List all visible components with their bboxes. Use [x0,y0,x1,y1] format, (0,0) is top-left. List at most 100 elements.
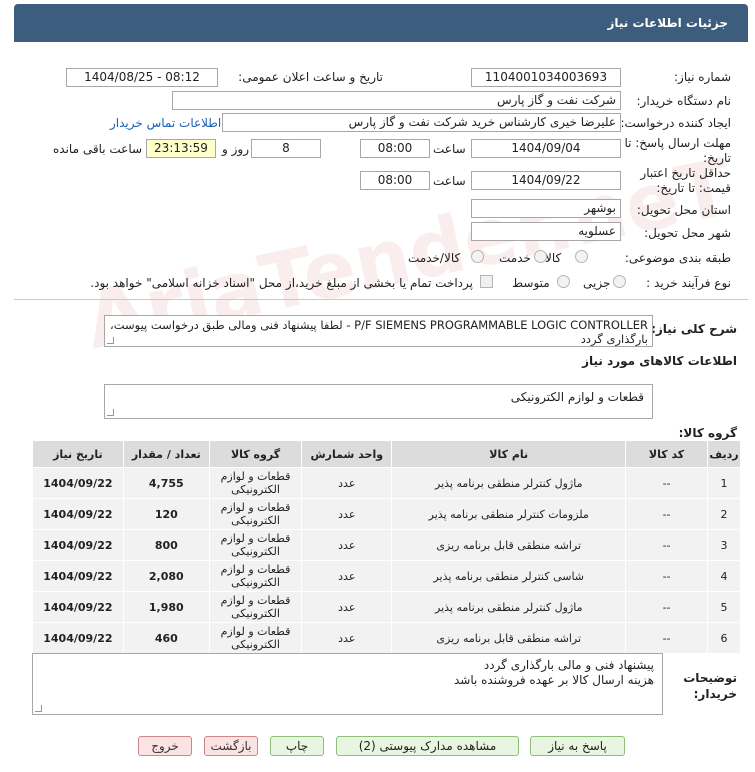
table-row: 5 -- ماژول کنترلر منطقی برنامه پذیر عدد … [33,592,740,622]
category-both-radio[interactable] [471,250,484,263]
creator-label: ایجاد کننده درخواست: [620,116,731,130]
cell-quantity: 460 [123,623,209,653]
cell-date: 1404/09/22 [33,499,123,529]
contact-info-link[interactable]: اطلاعات تماس خریدار [110,116,221,130]
description-line-1: P/F SIEMENS PROGRAMMABLE LOGIC CONTROLLE… [109,318,648,332]
buyer-org-field: شرکت نفت و گاز پارس [172,91,621,110]
table-row: 2 -- ملزومات کنترلر منطقی برنامه پذیر عد… [33,499,740,529]
cell-code: -- [626,623,708,653]
table-row: 1 -- ماژول کنترلر منطقی برنامه پذیر عدد … [33,468,740,498]
cell-code: -- [626,530,708,560]
resize-handle[interactable] [35,705,42,712]
buyer-notes-label: توضیحات خریدار: [683,671,737,701]
cell-group: قطعات و لوازم الکترونیکی [209,530,302,560]
description-label: شرح کلی نیاز: [651,322,737,336]
cell-row: 3 [708,530,740,560]
cell-name: تراشه منطقی قابل برنامه ریزی [392,623,626,653]
exit-button[interactable]: خروج [138,736,192,756]
cell-quantity: 1,980 [123,592,209,622]
province-label: استان محل تحویل: [636,203,731,217]
province-field: بوشهر [471,199,621,218]
city-field: عسلویه [471,222,621,241]
purchase-small-radio[interactable] [613,275,626,288]
col-header-code: کد کالا [626,441,708,467]
description-line-2: بارگذاری گردد [580,332,648,346]
cell-unit: عدد [302,592,392,622]
buyer-notes-line-2: هزینه ارسال کالا بر عهده فروشنده باشد [453,673,654,687]
cell-name: شاسی کنترلر منطقی برنامه پذیر [392,561,626,591]
cell-date: 1404/09/22 [33,561,123,591]
goods-info-title: اطلاعات کالاهای مورد نیاز [582,354,737,368]
col-header-row: ردیف [708,441,740,467]
reply-date-field: 1404/09/04 [471,139,621,158]
validity-date-field: 1404/09/22 [471,171,621,190]
cell-unit: عدد [302,499,392,529]
remaining-time-field: 23:13:59 [146,139,216,158]
validity-time-label: ساعت [433,174,466,188]
payment-note: پرداخت تمام یا بخشی از مبلغ خرید،از محل … [90,276,473,290]
reply-time-field: 08:00 [360,139,430,158]
goods-group-label: گروه کالا: [678,426,737,440]
cell-quantity: 800 [123,530,209,560]
reply-time-label: ساعت [433,142,466,156]
buyer-org-label: نام دستگاه خریدار: [636,94,732,108]
table-row: 3 -- تراشه منطقی قابل برنامه ریزی عدد قط… [33,530,740,560]
resize-handle[interactable] [107,409,114,416]
cell-code: -- [626,561,708,591]
cell-row: 5 [708,592,740,622]
creator-field: علیرضا خیری کارشناس خرید شرکت نفت و گاز … [222,113,621,132]
cell-name: تراشه منطقی قابل برنامه ریزی [392,530,626,560]
cell-group: قطعات و لوازم الکترونیکی [209,623,302,653]
table-header-row: ردیف کد کالا نام کالا واحد شمارش گروه کا… [33,441,740,467]
treasury-checkbox[interactable] [480,275,493,288]
cell-date: 1404/09/22 [33,468,123,498]
cell-code: -- [626,499,708,529]
category-goods-radio[interactable] [575,250,588,263]
cell-name: ماژول کنترلر منطقی برنامه پذیر [392,468,626,498]
validity-label: حداقل تاریخ اعتبار قیمت: تا تاریخ: [640,166,731,195]
cell-row: 6 [708,623,740,653]
print-button[interactable]: چاپ [270,736,324,756]
table-row: 4 -- شاسی کنترلر منطقی برنامه پذیر عدد ق… [33,561,740,591]
cell-group: قطعات و لوازم الکترونیکی [209,468,302,498]
cell-unit: عدد [302,468,392,498]
category-option-service: خدمت [499,251,531,265]
cell-name: ملزومات کنترلر منطقی برنامه پذیر [392,499,626,529]
reply-button[interactable]: پاسخ به نیاز [530,736,625,756]
announce-field: 1404/08/25 - 08:12 [66,68,218,87]
cell-unit: عدد [302,623,392,653]
cell-unit: عدد [302,561,392,591]
need-number-label: شماره نیاز: [674,70,731,84]
reply-deadline-label: مهلت ارسال پاسخ: تا تاریخ: [624,136,731,165]
purchase-option-small: جزیی [583,276,611,290]
category-service-radio[interactable] [534,250,547,263]
need-number-field: 1104001034003693 [471,68,621,87]
goods-group-value: قطعات و لوازم الکترونیکی [510,390,644,404]
purchase-medium-radio[interactable] [557,275,570,288]
cell-name: ماژول کنترلر منطقی برنامه پذیر [392,592,626,622]
col-header-date: تاریخ نیاز [33,441,123,467]
remaining-label: ساعت باقی مانده [53,142,143,156]
header-bar: جزئیات اطلاعات نیاز [14,4,748,42]
cell-code: -- [626,592,708,622]
cell-group: قطعات و لوازم الکترونیکی [209,561,302,591]
separator [14,299,748,300]
items-table-wrapper: ردیف کد کالا نام کالا واحد شمارش گروه کا… [32,440,741,654]
cell-unit: عدد [302,530,392,560]
cell-row: 4 [708,561,740,591]
cell-quantity: 4,755 [123,468,209,498]
description-field: P/F SIEMENS PROGRAMMABLE LOGIC CONTROLLE… [104,315,653,347]
items-table: ردیف کد کالا نام کالا واحد شمارش گروه کا… [32,440,741,654]
back-button[interactable]: بازگشت [204,736,258,756]
days-label: روز و [222,142,249,156]
validity-time-field: 08:00 [360,171,430,190]
col-header-unit: واحد شمارش [302,441,392,467]
announce-label: تاریخ و ساعت اعلان عمومی: [238,70,383,84]
purchase-type-label: نوع فرآیند خرید : [646,276,731,290]
view-attachments-button[interactable]: مشاهده مدارک پیوستی (2) [336,736,519,756]
cell-row: 1 [708,468,740,498]
cell-row: 2 [708,499,740,529]
buyer-notes-line-1: پیشنهاد فنی و مالی بارگذاری گردد [483,658,654,672]
cell-group: قطعات و لوازم الکترونیکی [209,499,302,529]
resize-handle[interactable] [107,337,114,344]
